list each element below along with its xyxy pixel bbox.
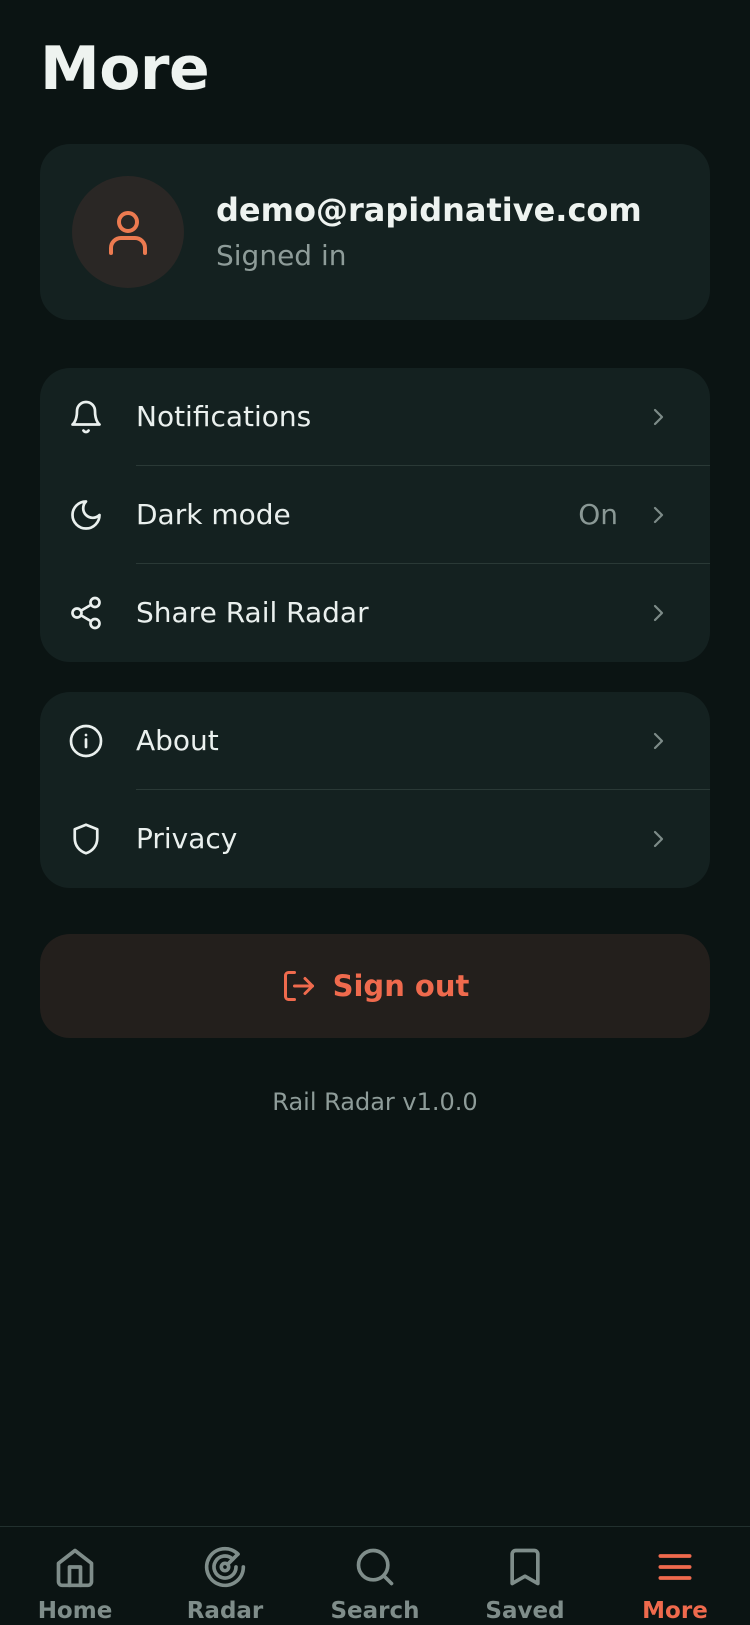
menu-item-share[interactable]: Share Rail Radar [40,564,710,662]
chevron-right-icon [653,408,664,426]
bookmark-icon [510,1548,540,1586]
user-icon [109,211,147,255]
menu-item-label: Notifications [136,400,312,433]
profile-status: Signed in [216,239,347,272]
shield-icon [73,823,99,855]
tab-label: Radar [186,1598,264,1624]
chevron-right-icon [653,830,664,848]
info-group: About Privacy [40,692,710,888]
tab-label: Search [330,1598,420,1624]
tab-saved[interactable]: Saved [450,1527,600,1625]
share-icon [71,596,101,630]
tab-search[interactable]: Search [300,1527,450,1625]
menu-item-dark-mode[interactable]: Dark mode On [40,466,710,564]
menu-item-label: Privacy [136,822,238,855]
tab-label: More [642,1598,708,1624]
home-icon [56,1548,94,1588]
profile-card: demo@rapidnative.com Signed in [40,144,710,320]
radar-icon [204,1546,246,1588]
menu-item-label: Share Rail Radar [136,596,369,629]
chevron-right-icon [653,604,664,622]
avatar [72,176,184,288]
log-out-icon [283,971,314,1001]
menu-item-label: Dark mode [136,498,291,531]
menu-item-label: About [136,724,219,757]
sign-out-label: Sign out [332,969,470,1003]
menu-item-notifications[interactable]: Notifications [40,368,710,466]
page-title: More [40,34,210,104]
profile-email: demo@rapidnative.com [216,191,642,229]
tab-more[interactable]: More [600,1527,750,1625]
sign-out-button[interactable]: Sign out [40,934,710,1038]
bottom-tab-bar: Home Radar Search Saved More [0,1526,750,1625]
moon-icon [71,500,101,530]
menu-item-about[interactable]: About [40,692,710,790]
bell-icon [71,400,101,434]
settings-group: Notifications Dark mode On Share Rail Ra… [40,368,710,662]
dark-mode-value: On [578,498,618,531]
tab-home[interactable]: Home [0,1527,150,1625]
info-icon [69,724,103,758]
chevron-right-icon [653,732,664,750]
menu-item-privacy[interactable]: Privacy [40,790,710,888]
search-icon [356,1548,394,1586]
tab-label: Home [37,1598,113,1624]
menu-icon [658,1554,692,1580]
tab-label: Saved [485,1598,565,1624]
app-version: Rail Radar v1.0.0 [272,1088,478,1116]
tab-radar[interactable]: Radar [150,1527,300,1625]
chevron-right-icon [653,506,664,524]
